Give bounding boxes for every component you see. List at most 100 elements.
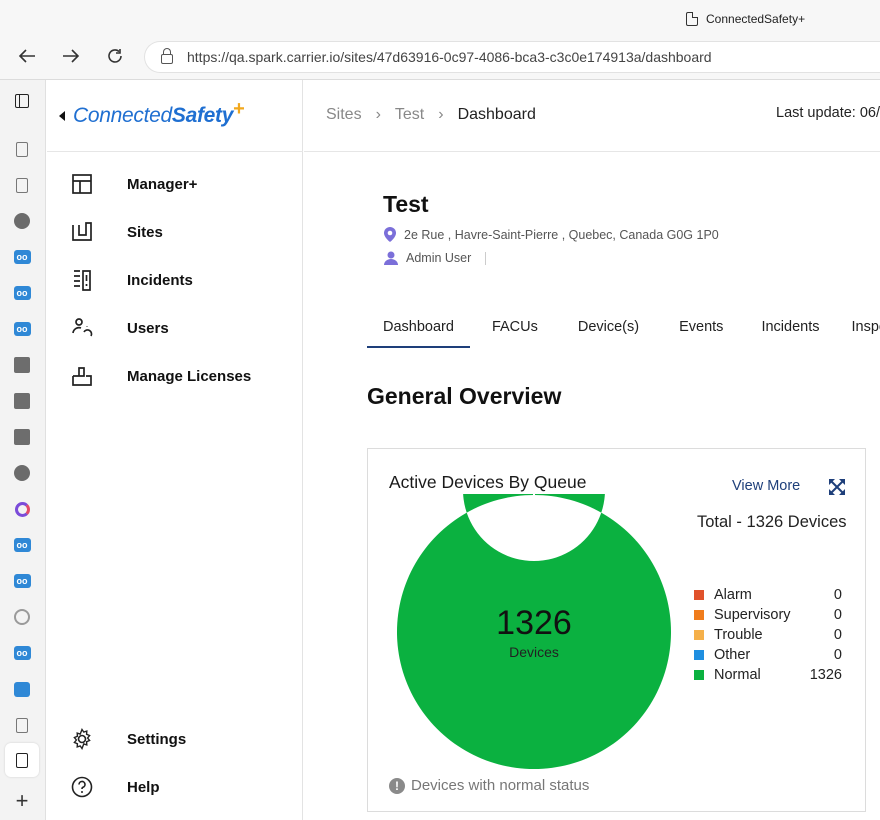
legend-swatch: [694, 590, 704, 600]
header-divider: [304, 151, 880, 152]
sidebar-item-label: Users: [127, 319, 169, 337]
shield-icon: [14, 357, 30, 373]
legend-label: Supervisory: [714, 607, 791, 623]
vertical-tab[interactable]: [13, 356, 31, 374]
tab-incidents[interactable]: Incidents: [739, 316, 835, 348]
help-icon: [71, 776, 93, 798]
tab-facus[interactable]: FACUs: [470, 316, 554, 348]
vertical-tab[interactable]: [13, 140, 31, 158]
tab-panel-toggle[interactable]: [13, 92, 31, 110]
footer-text: Devices with normal status: [411, 777, 590, 794]
breadcrumb-sites[interactable]: Sites: [326, 106, 362, 124]
sidebar-item-manage-licenses[interactable]: Manage Licenses: [71, 362, 251, 390]
users-icon: [71, 317, 93, 339]
sidebar-item-label: Help: [127, 778, 160, 796]
dashboard-layout-icon: [71, 173, 93, 195]
legend-label: Other: [714, 647, 751, 663]
app-icon: oo: [13, 322, 31, 336]
breadcrumb-current: Dashboard: [457, 106, 536, 123]
address-bar[interactable]: https://qa.spark.carrier.io/sites/47d639…: [144, 41, 880, 73]
total-devices: Total - 1326 Devices: [697, 513, 847, 531]
legend-value: 1326: [809, 667, 842, 683]
lock-icon: [161, 48, 173, 64]
new-tab-button[interactable]: +: [13, 790, 31, 812]
app-icon: oo: [13, 574, 31, 588]
page-icon: [16, 752, 28, 768]
vertical-tab[interactable]: [13, 428, 31, 446]
tab-events[interactable]: Events: [655, 316, 739, 348]
legend-value: 0: [833, 647, 842, 663]
vertical-tab[interactable]: [13, 680, 31, 698]
sidebar-item-manager[interactable]: Manager+: [71, 170, 197, 198]
vertical-tab[interactable]: oo: [13, 536, 31, 554]
github-icon: [14, 465, 30, 481]
site-tabs: Dashboard FACUs Device(s) Events Inciden…: [367, 316, 880, 348]
back-button[interactable]: [13, 42, 41, 70]
location-pin-icon: [384, 227, 396, 242]
legend-swatch: [694, 630, 704, 640]
vertical-tab[interactable]: oo: [13, 248, 31, 266]
gear-icon: [71, 728, 93, 750]
legend-label: Trouble: [714, 627, 763, 643]
legend-label: Normal: [714, 667, 761, 683]
github-icon: [14, 213, 30, 229]
vertical-tab[interactable]: oo: [13, 572, 31, 590]
section-title: General Overview: [367, 383, 562, 409]
donut-label: Devices: [509, 644, 559, 660]
ring-icon: [14, 501, 30, 517]
forward-button[interactable]: [57, 42, 85, 70]
browser-tab[interactable]: ConnectedSafety+: [686, 6, 805, 32]
vertical-tab[interactable]: [13, 608, 31, 626]
donut-center: 1326 Devices: [396, 494, 672, 770]
view-more-link[interactable]: View More: [732, 478, 800, 494]
main-content: Sites › Test › Dashboard Last update: 06…: [304, 80, 880, 820]
legend-item: Normal 1326: [694, 665, 842, 685]
tab-title: ConnectedSafety+: [706, 12, 806, 26]
page-icon: [16, 141, 28, 157]
vertical-tab[interactable]: [13, 212, 31, 230]
tab-inspections[interactable]: Inspe: [835, 316, 880, 348]
vertical-tab[interactable]: [13, 392, 31, 410]
vertical-tab[interactable]: oo: [13, 320, 31, 338]
chevron-right-icon: ›: [375, 106, 381, 123]
sidebar-item-incidents[interactable]: Incidents: [71, 266, 193, 294]
vertical-tab[interactable]: oo: [13, 284, 31, 302]
sidebar-item-help[interactable]: Help: [71, 773, 160, 801]
card-title: Active Devices By Queue: [389, 472, 587, 492]
panel-icon: [15, 94, 29, 108]
app-icon: oo: [13, 250, 31, 264]
page-title: Test: [383, 191, 429, 217]
active-devices-card: Active Devices By Queue View More Total …: [367, 448, 866, 812]
legend-value: 0: [833, 627, 842, 643]
breadcrumb: Sites › Test › Dashboard: [326, 106, 536, 124]
sidebar-item-users[interactable]: Users: [71, 314, 169, 342]
page-icon: [16, 177, 28, 193]
incidents-icon: [71, 269, 93, 291]
reload-button[interactable]: [101, 42, 129, 70]
arrow-right-icon: [63, 49, 80, 63]
logo[interactable]: Connected Safety +: [47, 80, 303, 152]
tab-dashboard[interactable]: Dashboard: [367, 316, 470, 348]
sidebar-item-sites[interactable]: Sites: [71, 218, 163, 246]
collapse-caret-icon[interactable]: [59, 110, 65, 121]
tab-devices[interactable]: Device(s): [554, 316, 655, 348]
logo-plus: +: [233, 98, 245, 120]
donut-total: 1326: [496, 604, 572, 642]
legend-swatch: [694, 670, 704, 680]
sidebar-item-label: Settings: [127, 730, 187, 748]
breadcrumb-test[interactable]: Test: [395, 106, 424, 124]
legend-item: Alarm 0: [694, 585, 842, 605]
vertical-tab-active[interactable]: [5, 743, 39, 777]
reload-icon: [108, 49, 122, 63]
vertical-tab[interactable]: [13, 176, 31, 194]
sidebar-item-label: Manager+: [127, 175, 198, 193]
vertical-tab[interactable]: [13, 716, 31, 734]
card-footer: ! Devices with normal status: [389, 777, 589, 794]
sidebar-item-settings[interactable]: Settings: [71, 725, 186, 753]
legend-label: Alarm: [714, 587, 752, 603]
vertical-tab[interactable]: [13, 464, 31, 482]
sites-icon: [71, 221, 93, 243]
vertical-tab[interactable]: oo: [13, 644, 31, 662]
vertical-tab[interactable]: [13, 500, 31, 518]
expand-icon[interactable]: [828, 478, 846, 496]
